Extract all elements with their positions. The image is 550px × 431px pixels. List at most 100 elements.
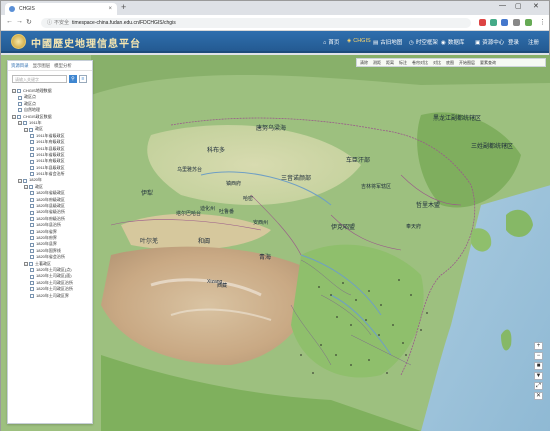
search-button[interactable]: ⚲ bbox=[69, 75, 77, 83]
extension-icon[interactable] bbox=[501, 19, 508, 26]
address-bar[interactable]: ⓘ 不安全 timespace-china.fudan.edu.cn/FDCHGIS… bbox=[41, 18, 471, 28]
nav-item-0[interactable]: ⌂ 首页 bbox=[323, 38, 339, 46]
layer-checkbox[interactable] bbox=[30, 172, 34, 177]
layer-checkbox[interactable] bbox=[29, 261, 33, 266]
tree-node-label: 1820年府级政区 bbox=[36, 196, 65, 202]
tab-close-icon[interactable]: × bbox=[108, 3, 112, 15]
collapse-toggle-icon[interactable]: − bbox=[24, 185, 28, 190]
back-icon[interactable]: ← bbox=[6, 18, 13, 25]
tab-resource-catalog[interactable]: 资源目录 bbox=[11, 63, 29, 68]
layer-checkbox[interactable] bbox=[30, 159, 34, 164]
layer-checkbox[interactable] bbox=[30, 153, 34, 158]
collapse-toggle-icon[interactable]: − bbox=[12, 89, 16, 94]
map-tool-7[interactable]: 开始图层 bbox=[459, 60, 475, 65]
map-tool-6[interactable]: 底图 bbox=[446, 60, 454, 65]
tree-node-label: 1820年土司政区治所 bbox=[36, 286, 73, 292]
layer-checkbox[interactable] bbox=[30, 236, 34, 241]
home-icon: ⌂ bbox=[323, 40, 327, 46]
layer-checkbox[interactable] bbox=[23, 121, 27, 126]
puzzle-icon[interactable] bbox=[513, 19, 520, 26]
map-control-button[interactable]: ■ bbox=[534, 362, 543, 370]
nav-item-1[interactable]: ◈ CHGIS bbox=[347, 38, 371, 44]
tab-display-layers[interactable]: 显示图层 bbox=[33, 63, 51, 68]
collapse-toggle-icon[interactable]: − bbox=[18, 121, 22, 126]
collapse-toggle-icon[interactable]: − bbox=[24, 127, 28, 132]
map-tool-5[interactable]: 对比 bbox=[433, 60, 441, 65]
layer-checkbox[interactable] bbox=[30, 197, 34, 202]
layer-checkbox[interactable] bbox=[30, 223, 34, 228]
map-control-button[interactable]: ▼ bbox=[534, 372, 543, 380]
map-tool-1[interactable]: 测距 bbox=[373, 60, 381, 65]
layer-checkbox[interactable] bbox=[18, 95, 22, 100]
map-tool-2[interactable]: 距离 bbox=[386, 60, 394, 65]
layer-checkbox[interactable] bbox=[30, 274, 34, 279]
site-logo-text[interactable]: 中國歷史地理信息平台 bbox=[31, 35, 141, 50]
layer-checkbox[interactable] bbox=[30, 165, 34, 170]
reload-icon[interactable]: ↻ bbox=[26, 18, 32, 26]
new-tab-button[interactable]: + bbox=[121, 2, 126, 12]
search-input[interactable]: 请输入关键字 bbox=[12, 75, 67, 83]
layer-checkbox[interactable] bbox=[30, 293, 34, 298]
layer-checkbox[interactable] bbox=[30, 248, 34, 253]
maximize-button[interactable]: ▢ bbox=[515, 2, 522, 10]
collapse-toggle-icon[interactable]: − bbox=[12, 114, 16, 119]
layer-checkbox[interactable] bbox=[30, 287, 34, 292]
nav-item-7[interactable]: 注册 bbox=[528, 38, 539, 46]
layer-checkbox[interactable] bbox=[30, 217, 34, 222]
map-tool-4[interactable]: 卷帘对比 bbox=[412, 60, 428, 65]
tab-model-analysis[interactable]: 模型分析 bbox=[54, 63, 72, 68]
map-tool-0[interactable]: 清除 bbox=[360, 60, 368, 65]
tree-node-label: 政区 bbox=[35, 126, 43, 132]
menu-icon[interactable]: ⋮ bbox=[539, 18, 546, 26]
tree-node-label: 1820年县级政区 bbox=[36, 203, 65, 209]
layer-checkbox[interactable] bbox=[30, 146, 34, 151]
extension-icon[interactable] bbox=[479, 19, 486, 26]
layer-checkbox[interactable] bbox=[29, 185, 33, 190]
layer-checkbox[interactable] bbox=[18, 101, 22, 106]
map-control-button[interactable]: + bbox=[534, 342, 543, 350]
tree-node[interactable]: 1820年土司政区界 bbox=[10, 293, 92, 299]
layer-checkbox[interactable] bbox=[30, 140, 34, 145]
layer-checkbox[interactable] bbox=[18, 108, 22, 113]
layer-checkbox[interactable] bbox=[30, 229, 34, 234]
map-region-label: 哲里木盟 bbox=[416, 203, 441, 209]
layer-checkbox[interactable] bbox=[23, 178, 27, 183]
profile-icon[interactable] bbox=[525, 19, 532, 26]
map-control-button[interactable]: ⤢ bbox=[534, 382, 543, 390]
nav-label: 首页 bbox=[328, 40, 340, 46]
layer-checkbox[interactable] bbox=[30, 280, 34, 285]
nav-item-2[interactable]: ▤ 古旧地图 bbox=[373, 38, 402, 46]
extension-icon[interactable] bbox=[490, 19, 497, 26]
close-window-button[interactable]: ✕ bbox=[533, 2, 539, 10]
map-control-button[interactable]: − bbox=[534, 352, 543, 360]
map-control-button[interactable]: ✕ bbox=[534, 392, 543, 400]
filter-button[interactable]: ≡ bbox=[79, 75, 87, 83]
layer-checkbox[interactable] bbox=[29, 127, 33, 132]
layer-checkbox[interactable] bbox=[30, 191, 34, 196]
layer-checkbox[interactable] bbox=[30, 268, 34, 273]
nav-item-4[interactable]: ◉ 数据库 bbox=[441, 38, 464, 46]
tree-node-label: 政区点 bbox=[24, 94, 36, 100]
nav-item-5[interactable]: ▣ 资源中心 bbox=[475, 38, 504, 46]
layer-checkbox[interactable] bbox=[17, 89, 21, 94]
map-tool-8[interactable]: 要素查询 bbox=[480, 60, 496, 65]
layer-checkbox[interactable] bbox=[30, 255, 34, 260]
layer-checkbox[interactable] bbox=[30, 210, 34, 215]
browser-tab[interactable]: CHGIS × bbox=[5, 3, 117, 15]
nav-item-3[interactable]: ◷ 时空框架 bbox=[409, 38, 438, 46]
tree-node-label: 1911年府级政区 bbox=[36, 158, 65, 164]
collapse-toggle-icon[interactable]: − bbox=[24, 261, 28, 266]
search-row: 请输入关键字 ⚲ ≡ bbox=[8, 74, 92, 86]
tree-node-label: 1911年省会治所 bbox=[36, 171, 65, 177]
tree-node-label: 1911年 bbox=[29, 119, 42, 125]
nav-item-6[interactable]: 登录 bbox=[508, 38, 519, 46]
forward-icon[interactable]: → bbox=[16, 18, 23, 25]
layer-checkbox[interactable] bbox=[30, 204, 34, 209]
map-region-label: 迪化州 bbox=[200, 206, 216, 212]
collapse-toggle-icon[interactable]: − bbox=[18, 178, 22, 183]
layer-checkbox[interactable] bbox=[30, 242, 34, 247]
layer-checkbox[interactable] bbox=[17, 114, 21, 119]
layer-checkbox[interactable] bbox=[30, 133, 34, 138]
map-tool-3[interactable]: 标注 bbox=[399, 60, 407, 65]
minimize-button[interactable]: — bbox=[499, 2, 506, 9]
